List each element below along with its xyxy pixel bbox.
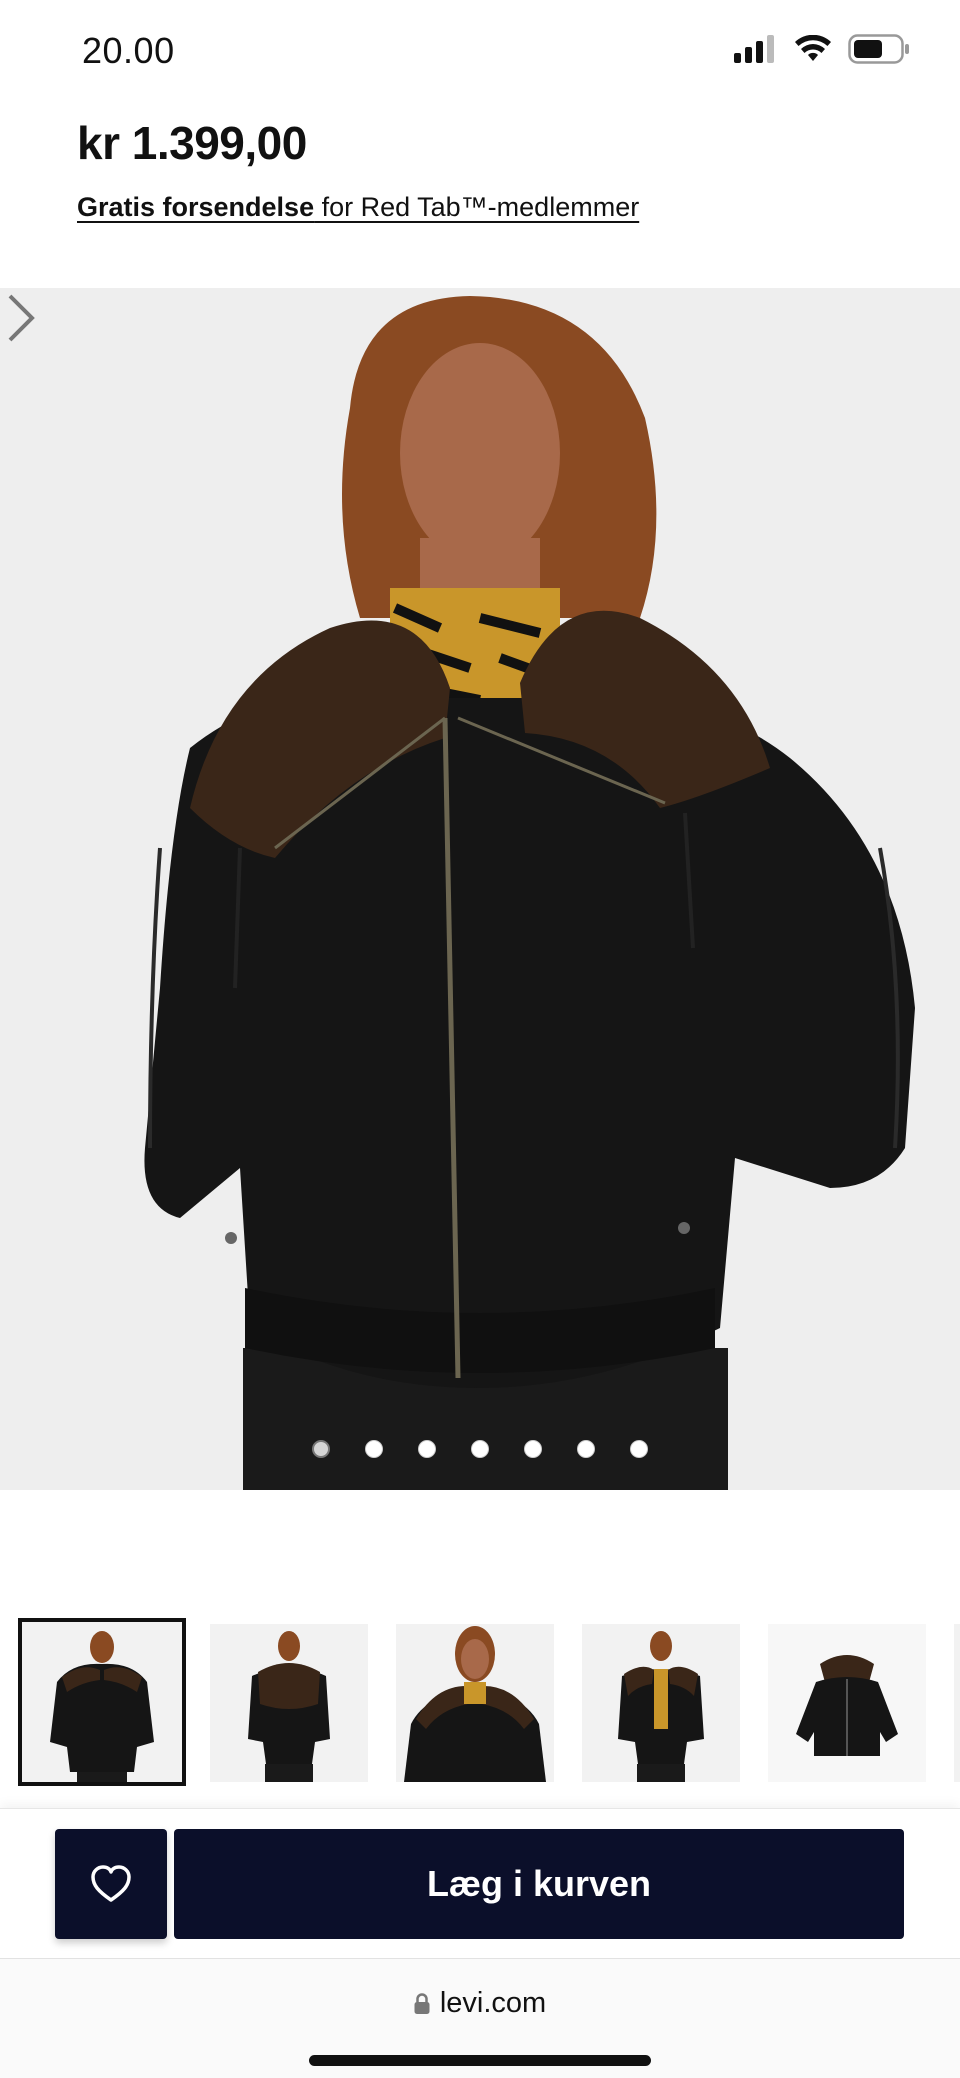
cellular-signal-icon bbox=[734, 35, 774, 63]
chevron-right-icon[interactable] bbox=[0, 288, 40, 348]
carousel-dot[interactable] bbox=[524, 1440, 542, 1458]
home-indicator[interactable] bbox=[309, 2055, 651, 2066]
thumbnail-image bbox=[22, 1622, 182, 1782]
url-text: levi.com bbox=[439, 1987, 547, 2019]
status-icons bbox=[734, 34, 910, 64]
thumbnail-more[interactable] bbox=[954, 1624, 960, 1782]
product-price: kr 1.399,00 bbox=[77, 117, 307, 169]
thumbnail-image bbox=[582, 1624, 740, 1782]
shipping-link[interactable]: Gratis forsendelse for Red Tab™-medlemme… bbox=[77, 192, 639, 223]
product-photo bbox=[0, 288, 960, 1490]
thumbnail-flatlay[interactable] bbox=[768, 1624, 926, 1782]
add-to-cart-button[interactable]: Læg i kurven bbox=[174, 1829, 904, 1939]
thumbnail-image bbox=[768, 1624, 926, 1782]
thumbnail-image bbox=[396, 1624, 554, 1782]
favorite-button[interactable] bbox=[55, 1829, 167, 1939]
url-display[interactable]: levi.com bbox=[0, 1987, 960, 2020]
shipping-link-rest: for Red Tab™-medlemmer bbox=[314, 192, 640, 222]
heart-icon bbox=[91, 1865, 131, 1902]
shipping-link-bold: Gratis forsendelse bbox=[77, 192, 315, 222]
carousel-dot[interactable] bbox=[312, 1440, 330, 1458]
carousel-dot[interactable] bbox=[418, 1440, 436, 1458]
carousel-dot[interactable] bbox=[577, 1440, 595, 1458]
thumbnail-front[interactable] bbox=[18, 1618, 186, 1786]
thumbnail-image bbox=[210, 1624, 368, 1782]
carousel-dots bbox=[0, 1440, 960, 1458]
carousel-dot[interactable] bbox=[365, 1440, 383, 1458]
product-page: 20.00 kr 1.399,00 Gratis forsendelse for… bbox=[0, 0, 960, 2078]
thumbnail-strip bbox=[18, 1618, 960, 1786]
lock-icon bbox=[414, 1992, 430, 2014]
browser-url-bar: levi.com bbox=[0, 1958, 960, 2078]
status-time: 20.00 bbox=[82, 30, 175, 71]
action-bar: Læg i kurven bbox=[0, 1808, 960, 1959]
product-image-carousel[interactable] bbox=[0, 288, 960, 1490]
thumbnail-open[interactable] bbox=[582, 1624, 740, 1782]
thumbnail-back[interactable] bbox=[210, 1624, 368, 1782]
thumbnail-closeup[interactable] bbox=[396, 1624, 554, 1782]
carousel-dot[interactable] bbox=[630, 1440, 648, 1458]
wifi-icon bbox=[795, 35, 831, 61]
battery-icon bbox=[848, 34, 909, 64]
carousel-dot[interactable] bbox=[471, 1440, 489, 1458]
status-bar: 20.00 bbox=[0, 0, 960, 100]
